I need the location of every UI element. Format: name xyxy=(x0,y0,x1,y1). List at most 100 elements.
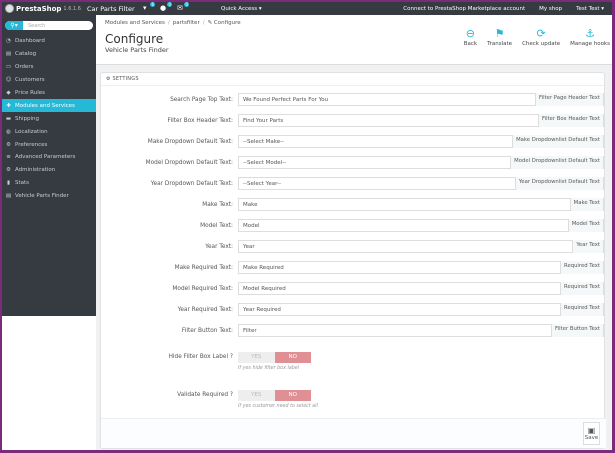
quick-access-menu[interactable]: Quick Access ▾ xyxy=(221,6,262,12)
sidebar-item[interactable]: ◆ Price Rules xyxy=(2,87,96,100)
field-value[interactable]: Model xyxy=(239,223,568,229)
field-addon: Make Dropdownlist Default Text xyxy=(512,135,603,148)
text-field[interactable]: Make Make Text xyxy=(238,198,604,211)
anchor-icon: ⚓ xyxy=(585,27,595,40)
toolbar-button-label: Manage hooks xyxy=(570,41,610,47)
sidebar-item[interactable]: ◍ Localization xyxy=(2,125,96,138)
sidebar-item-label: Catalog xyxy=(15,51,37,58)
field-value[interactable]: Filter xyxy=(239,328,551,334)
form-row: Filter Box Header Text: Find Your Parts Fi… xyxy=(101,114,606,128)
text-field[interactable]: --Select Model-- Model Dropdownlist Defau… xyxy=(238,156,604,169)
sidebar-item[interactable]: ≡ Advanced Parameters xyxy=(2,151,96,164)
sidebar-item[interactable]: ☺ Customers xyxy=(2,74,96,87)
refresh-icon: ⟳ xyxy=(536,27,546,40)
toggle-row: Validate Required ? YES NO If yes customer … xyxy=(101,390,606,409)
save-icon: ▣ xyxy=(587,426,596,435)
search-box[interactable]: ⚲▾ Search xyxy=(5,21,93,30)
text-field[interactable]: --Select Make-- Make Dropdownlist Default… xyxy=(238,135,604,148)
sidebar-item-label: Stats xyxy=(15,180,30,187)
sidebar-item-label: Price Rules xyxy=(15,90,46,96)
field-value[interactable]: Year xyxy=(239,244,572,250)
switch-yes[interactable]: YES xyxy=(238,352,275,363)
field-value[interactable]: Find Your Parts xyxy=(239,118,538,124)
text-field[interactable]: Model Required Required Text xyxy=(238,282,604,295)
field-label: Year Required Text: xyxy=(177,307,233,313)
customer-icon[interactable]: ● 0 xyxy=(160,2,172,12)
field-addon: Filter Page Header Text xyxy=(535,93,603,106)
field-addon: Year Dropdownlist Default Text xyxy=(514,177,603,190)
sidebar-item[interactable]: ▬ Shipping xyxy=(2,112,96,125)
sidebar-item[interactable]: ✚ Modules and Services xyxy=(2,99,96,113)
field-value[interactable]: Model Required xyxy=(239,286,560,292)
yes-no-switch[interactable]: YES NO xyxy=(238,352,311,363)
text-field[interactable]: Find Your Parts Filter Box Header Text xyxy=(238,114,604,127)
text-field[interactable]: Filter Filter Button Text xyxy=(238,324,604,337)
form-row: Year Dropdown Default Text: --Select Year… xyxy=(101,177,606,191)
text-field[interactable]: --Select Year-- Year Dropdownlist Default… xyxy=(238,177,604,190)
field-addon: Model Dropdownlist Default Text xyxy=(510,156,603,169)
switch-no[interactable]: NO xyxy=(274,352,311,363)
search-input[interactable]: Search xyxy=(28,23,45,29)
text-field[interactable]: Year Year Text xyxy=(238,240,604,253)
help-text: If yes customer need to select all xyxy=(238,404,318,409)
breadcrumb: Modules and Services / partsfilter / ✎ Confi… xyxy=(105,20,241,26)
save-button[interactable]: ▣ Save xyxy=(583,422,600,445)
field-value[interactable]: We Found Perfect Parts For You xyxy=(239,97,535,103)
sidebar-item-label: Preferences xyxy=(15,141,48,148)
switch-no[interactable]: NO xyxy=(274,390,311,401)
cart-icon[interactable]: ▾ 6 xyxy=(143,2,155,12)
my-shop-link[interactable]: My shop xyxy=(539,6,562,12)
catalog-icon: ▤ xyxy=(5,51,12,58)
search-icon[interactable]: ⚲▾ xyxy=(5,21,23,30)
yes-no-switch[interactable]: YES NO xyxy=(238,390,311,401)
field-label: Make Dropdown Default Text: xyxy=(147,139,233,145)
sidebar-item[interactable]: ◔ Dashboard xyxy=(2,35,96,48)
form-row: Search Page Top Text: We Found Perfect Pa… xyxy=(101,93,606,107)
toolbar-button[interactable]: ⚑ Translate xyxy=(487,27,512,47)
switch-yes[interactable]: YES xyxy=(238,390,275,401)
sidebar-item[interactable]: ▮ Stats xyxy=(2,177,96,190)
logo[interactable]: PrestaShop 1.6.1.6 xyxy=(5,4,81,13)
sidebar: ⚲▾ Search ◔ Dashboard ▤ Catalog ▭ Orders ☺ Cust… xyxy=(2,15,96,316)
text-field[interactable]: We Found Perfect Parts For You Filter Pag… xyxy=(238,93,604,106)
shop-name[interactable]: Car Parts Filter xyxy=(87,5,139,13)
field-value[interactable]: Year Required xyxy=(239,307,560,313)
field-label: Make Text: xyxy=(202,202,233,208)
message-icon[interactable]: ✉ 0 xyxy=(177,2,189,12)
sidebar-item-label: Modules and Services xyxy=(15,102,75,109)
sidebar-item[interactable]: ▤ Catalog xyxy=(2,48,96,61)
toolbar-button[interactable]: ⊖ Back xyxy=(464,27,477,47)
text-field[interactable]: Model Model Text xyxy=(238,219,604,232)
sidebar-item[interactable]: ▤ Vehicle Parts Finder xyxy=(2,190,96,203)
field-value[interactable]: --Select Model-- xyxy=(239,160,510,166)
top-bar: PrestaShop 1.6.1.6 Car Parts Filter ▾ 6 ●… xyxy=(2,2,612,15)
shipping-icon: ▬ xyxy=(5,115,12,122)
sidebar-item-label: Orders xyxy=(15,64,34,71)
user-menu[interactable]: Test Test ▾ xyxy=(576,6,604,12)
toggle-label: Validate Required ? xyxy=(177,392,233,398)
breadcrumb-modules[interactable]: Modules and Services xyxy=(105,20,165,26)
text-field[interactable]: Make Required Required Text xyxy=(238,261,604,274)
toggle-row: Hide Filter Box Label ? YES NO If yes hide … xyxy=(101,352,606,371)
toolbar-button[interactable]: ⚓ Manage hooks xyxy=(570,27,610,47)
form-row: Make Text: Make Make Text xyxy=(101,198,606,212)
breadcrumb-partsfilter[interactable]: partsfilter xyxy=(173,20,200,26)
form-row: Model Dropdown Default Text: --Select Mod… xyxy=(101,156,606,170)
field-label: Filter Button Text: xyxy=(181,328,233,334)
field-label: Make Required Text: xyxy=(174,265,233,271)
sidebar-item[interactable]: ⚙ Administration xyxy=(2,164,96,177)
connect-marketplace-link[interactable]: Connect to PrestaShop Marketplace accoun… xyxy=(403,6,525,12)
sidebar-item[interactable]: ▭ Orders xyxy=(2,61,96,74)
field-value[interactable]: Make Required xyxy=(239,265,560,271)
toolbar-button[interactable]: ⟳ Check update xyxy=(522,27,560,47)
field-value[interactable]: --Select Make-- xyxy=(239,139,512,145)
field-addon: Required Text xyxy=(560,261,603,274)
sidebar-item[interactable]: ⚙ Preferences xyxy=(2,138,96,151)
field-value[interactable]: --Select Year-- xyxy=(239,181,515,187)
main-content: Modules and Services / partsfilter / ✎ Confi… xyxy=(96,15,612,450)
field-value[interactable]: Make xyxy=(239,202,570,208)
field-addon: Make Text xyxy=(569,198,603,211)
text-field[interactable]: Year Required Required Text xyxy=(238,303,604,316)
sidebar-item-label: Localization xyxy=(15,128,48,135)
toolbar-button-label: Check update xyxy=(522,41,561,47)
